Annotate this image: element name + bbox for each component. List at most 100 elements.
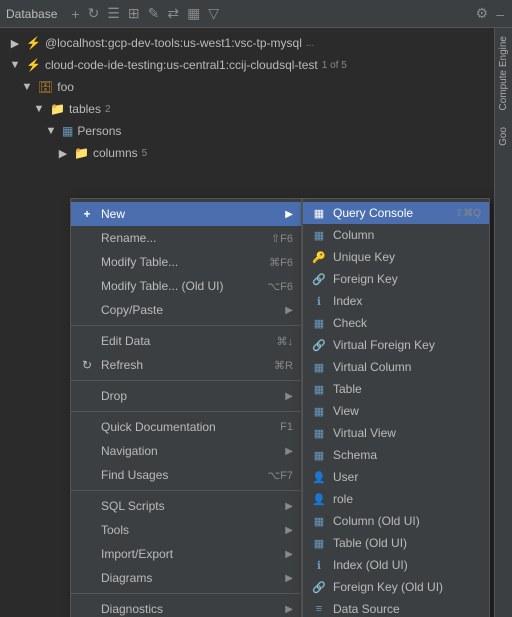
submenu-item-virtualfk[interactable]: 🔗 Virtual Foreign Key [303,334,489,356]
menu-label-copypaste: Copy/Paste [101,303,285,317]
submenu-item-user[interactable]: 👤 User [303,466,489,488]
menu-item-editdata[interactable]: Edit Data ⌘↓ [71,329,301,353]
arrow-icon-diag: ▶ [285,573,293,584]
tree-item-localhost[interactable]: ▶ ⚡ @localhost:gcp-dev-tools:us-west1:vs… [0,32,494,54]
menu-item-findusages[interactable]: Find Usages ⌥F7 [71,463,301,487]
menu-item-modify-old[interactable]: Modify Table... (Old UI) ⌥F6 [71,274,301,298]
tree-item-cloudcode[interactable]: ▼ ⚡ cloud-code-ide-testing:us-central1:c… [0,54,494,76]
virtualfk-icon: 🔗 [311,339,327,352]
index-old-icon: ℹ [311,559,327,572]
submenu-header[interactable]: ▦ Query Console ⇧⌘Q [303,202,489,224]
sync-icon[interactable]: ⇄ [165,3,181,24]
menu-item-new[interactable]: + New ▶ [71,202,301,226]
right-tab-goo[interactable]: Goo [496,119,511,154]
menu-item-refresh[interactable]: ↻ Refresh ⌘R [71,353,301,377]
table-icon[interactable]: ▦ [185,3,202,24]
menu-label-new: New [101,207,285,221]
uniquekey-icon: 🔑 [311,251,327,264]
expand-icon: ▶ [8,37,22,50]
menu-item-sqlscripts[interactable]: SQL Scripts ▶ [71,494,301,518]
minimize-icon[interactable]: – [494,4,506,24]
submenu-item-role[interactable]: 👤 role [303,488,489,510]
submenu-item-datasource[interactable]: ≡ Data Source [303,598,489,617]
menu-label-rename: Rename... [101,231,263,245]
submenu-item-index[interactable]: ℹ Index [303,290,489,312]
fk-old-icon: 🔗 [311,581,327,594]
menu-item-tools[interactable]: Tools ▶ [71,518,301,542]
menu-item-importexport[interactable]: Import/Export ▶ [71,542,301,566]
submenu-item-virtualview[interactable]: ▦ Virtual View [303,422,489,444]
edit-icon[interactable]: ✎ [146,3,162,24]
sep-4 [71,490,301,491]
submenu-label-datasource: Data Source [333,602,400,616]
columns-icon[interactable]: ⊞ [126,3,142,24]
submenu-item-schema[interactable]: ▦ Schema [303,444,489,466]
menu-item-quickdoc[interactable]: Quick Documentation F1 [71,415,301,439]
menu-label-findusages: Find Usages [101,468,259,482]
submenu-item-column-old[interactable]: ▦ Column (Old UI) [303,510,489,532]
shortcut-refresh: ⌘R [274,359,293,372]
menu-item-modify-table[interactable]: Modify Table... ⌘F6 [71,250,301,274]
menu-item-rename[interactable]: Rename... ⇧F6 [71,226,301,250]
submenu-item-fk-old[interactable]: 🔗 Foreign Key (Old UI) [303,576,489,598]
filter-icon[interactable]: ▽ [206,3,221,24]
menu-label-diagrams: Diagrams [101,571,285,585]
ellipsis-badge: ... [306,38,314,49]
submenu-label-schema: Schema [333,448,377,462]
column-old-icon: ▦ [311,515,327,528]
datasource-icon: ≡ [311,603,327,615]
user-icon: 👤 [311,471,327,484]
menu-item-navigation[interactable]: Navigation ▶ [71,439,301,463]
right-sidebar: Compute Engine Goo [494,28,512,617]
db-icon: 🗄 [38,80,53,94]
tree-item-label-2: cloud-code-ide-testing:us-central1:ccij-… [45,58,318,72]
menu-item-diagnostics[interactable]: Diagnostics ▶ [71,597,301,617]
connection-icon-2: ⚡ [26,58,41,72]
tree-item-persons[interactable]: ▼ ▦ Persons [0,120,494,142]
add-icon[interactable]: + [69,4,81,24]
tree-item-tables[interactable]: ▼ 📁 tables 2 [0,98,494,120]
tree-item-foo[interactable]: ▼ 🗄 foo [0,76,494,98]
submenu-item-column[interactable]: ▦ Column [303,224,489,246]
menu-item-drop[interactable]: Drop ▶ [71,384,301,408]
column-icon: ▦ [311,229,327,242]
list-icon[interactable]: ☰ [105,3,122,24]
submenu-item-check[interactable]: ▦ Check [303,312,489,334]
submenu-item-view[interactable]: ▦ View [303,400,489,422]
menu-label-navigation: Navigation [101,444,285,458]
submenu-item-table-old[interactable]: ▦ Table (Old UI) [303,532,489,554]
settings-icon[interactable]: ⚙ [474,3,491,24]
expand-icon-5: ▼ [44,125,58,137]
virtualview-icon: ▦ [311,427,327,440]
expand-icon-3: ▼ [20,81,34,93]
virtualcol-icon: ▦ [311,361,327,374]
right-tab-compute[interactable]: Compute Engine [496,28,511,119]
submenu-label-check: Check [333,316,367,330]
columns-count: 5 [142,148,148,159]
menu-label-importexport: Import/Export [101,547,285,561]
folder-icon: 📁 [50,102,65,116]
menu-label-modify: Modify Table... [101,255,261,269]
context-menu: + New ▶ Rename... ⇧F6 Modify Table... ⌘F… [70,198,302,617]
submenu-item-table[interactable]: ▦ Table [303,378,489,400]
submenu-label-role: role [333,492,353,506]
tree-item-label-6: columns [93,146,138,160]
menu-label-editdata: Edit Data [101,334,269,348]
submenu-label-column-old: Column (Old UI) [333,514,420,528]
menu-item-copypaste[interactable]: Copy/Paste ▶ [71,298,301,322]
shortcut-modify: ⌘F6 [269,256,293,269]
index-icon: ℹ [311,295,327,308]
refresh-icon[interactable]: ↻ [86,3,102,24]
submenu-item-index-old[interactable]: ℹ Index (Old UI) [303,554,489,576]
arrow-icon-nav: ▶ [285,446,293,457]
menu-label-drop: Drop [101,389,285,403]
submenu-label-fk-old: Foreign Key (Old UI) [333,580,443,594]
arrow-icon-diagnostics: ▶ [285,604,293,615]
submenu-item-virtualcol[interactable]: ▦ Virtual Column [303,356,489,378]
folder-icon-2: 📁 [74,146,89,160]
shortcut-modify-old: ⌥F6 [267,280,293,293]
submenu-item-foreignkey[interactable]: 🔗 Foreign Key [303,268,489,290]
submenu-item-uniquekey[interactable]: 🔑 Unique Key [303,246,489,268]
tree-item-columns[interactable]: ▶ 📁 columns 5 [0,142,494,164]
menu-item-diagrams[interactable]: Diagrams ▶ [71,566,301,590]
